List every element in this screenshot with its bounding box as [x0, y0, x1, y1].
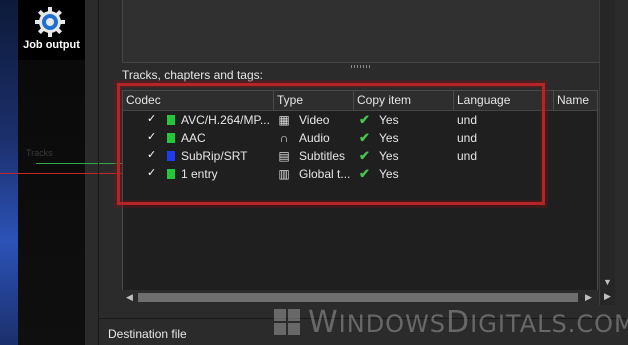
- watermark-text: WINDOWSDIGITALS.COM: [308, 304, 628, 340]
- windows-logo-icon: [274, 309, 300, 335]
- destination-file-label: Destination file: [108, 327, 187, 341]
- gear-icon[interactable]: [34, 6, 66, 38]
- watermark: WINDOWSDIGITALS.COM: [272, 302, 628, 342]
- scroll-thumb[interactable]: [138, 293, 578, 302]
- tracks-section-label: Tracks, chapters and tags:: [122, 68, 263, 82]
- ghost-text: Tracks: [26, 148, 53, 158]
- scroll-left-icon[interactable]: ◀: [123, 291, 136, 304]
- top-panel: [122, 0, 600, 63]
- divider: [98, 0, 99, 345]
- vertical-scrollbar[interactable]: ▼ ▶: [599, 0, 615, 305]
- splitter-handle[interactable]: [351, 65, 371, 68]
- job-output-label[interactable]: Job output: [18, 39, 85, 51]
- highlight-box: [117, 83, 545, 205]
- column-header-name[interactable]: Name: [554, 91, 597, 110]
- scroll-track[interactable]: [138, 293, 578, 302]
- sidebar-background: [18, 60, 85, 345]
- scroll-down-icon[interactable]: ▼: [601, 276, 614, 289]
